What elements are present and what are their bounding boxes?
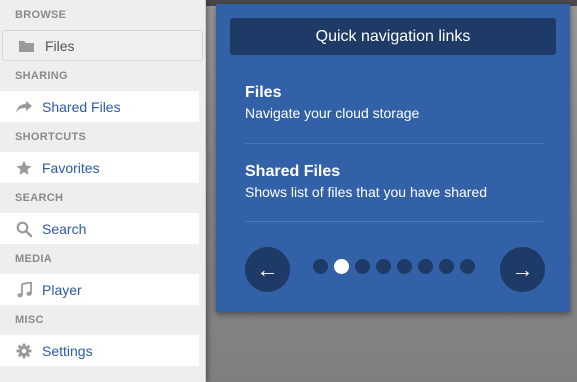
- pagination-dot[interactable]: [313, 258, 328, 274]
- section-title-misc: MISC: [15, 314, 44, 326]
- quick-link-files[interactable]: Files Navigate your cloud storage: [245, 84, 543, 121]
- quick-link-title: Shared Files: [245, 163, 341, 180]
- pagination-dot[interactable]: [334, 258, 349, 274]
- sidebar-item-label: Files: [45, 37, 75, 54]
- pagination-dot[interactable]: [418, 258, 433, 274]
- share-icon: [15, 98, 33, 116]
- sidebar-item-label: Shared Files: [42, 98, 121, 115]
- sidebar-item-files[interactable]: Files: [2, 30, 203, 61]
- sidebar-item-label: Search: [42, 220, 87, 237]
- quick-link-shared-files[interactable]: Shared Files Shows list of files that yo…: [245, 163, 543, 200]
- star-icon: [15, 159, 33, 177]
- pagination-dot[interactable]: [439, 258, 454, 274]
- section-title-search: SEARCH: [15, 192, 64, 204]
- section-title-sharing: SHARING: [15, 70, 68, 82]
- pagination-dot[interactable]: [460, 258, 475, 274]
- search-icon: [15, 220, 33, 238]
- sidebar-item-favorites[interactable]: Favorites: [0, 152, 199, 183]
- pagination-dot[interactable]: [376, 258, 391, 274]
- sidebar-item-label: Settings: [42, 342, 93, 359]
- sidebar: BROWSE Files SHARING Shared Files SHORTC…: [0, 0, 206, 382]
- quick-link-title: Files: [245, 84, 282, 101]
- next-button[interactable]: →: [500, 247, 545, 292]
- pagination-dots: [313, 258, 481, 274]
- sidebar-item-settings[interactable]: Settings: [0, 335, 199, 366]
- prev-button[interactable]: ←: [245, 247, 290, 292]
- sidebar-item-label: Player: [42, 281, 82, 298]
- section-title-shortcuts: SHORTCUTS: [15, 131, 87, 143]
- gear-icon: [15, 342, 33, 360]
- sidebar-item-shared-files[interactable]: Shared Files: [0, 91, 199, 122]
- divider: [245, 221, 543, 222]
- section-title-media: MEDIA: [15, 253, 52, 265]
- sidebar-item-search[interactable]: Search: [0, 213, 199, 244]
- music-note-icon: [15, 281, 33, 299]
- pagination-dot[interactable]: [397, 258, 412, 274]
- quick-link-description: Navigate your cloud storage: [245, 105, 420, 121]
- sidebar-item-player[interactable]: Player: [0, 274, 199, 305]
- folder-icon: [17, 37, 35, 55]
- sidebar-item-label: Favorites: [42, 159, 100, 176]
- quick-navigation-panel: Quick navigation links Files Navigate yo…: [216, 4, 570, 312]
- section-title-browse: BROWSE: [15, 9, 67, 21]
- divider: [245, 143, 543, 144]
- pagination-dot[interactable]: [355, 258, 370, 274]
- quick-link-description: Shows list of files that you have shared: [245, 184, 488, 200]
- panel-title: Quick navigation links: [230, 18, 556, 55]
